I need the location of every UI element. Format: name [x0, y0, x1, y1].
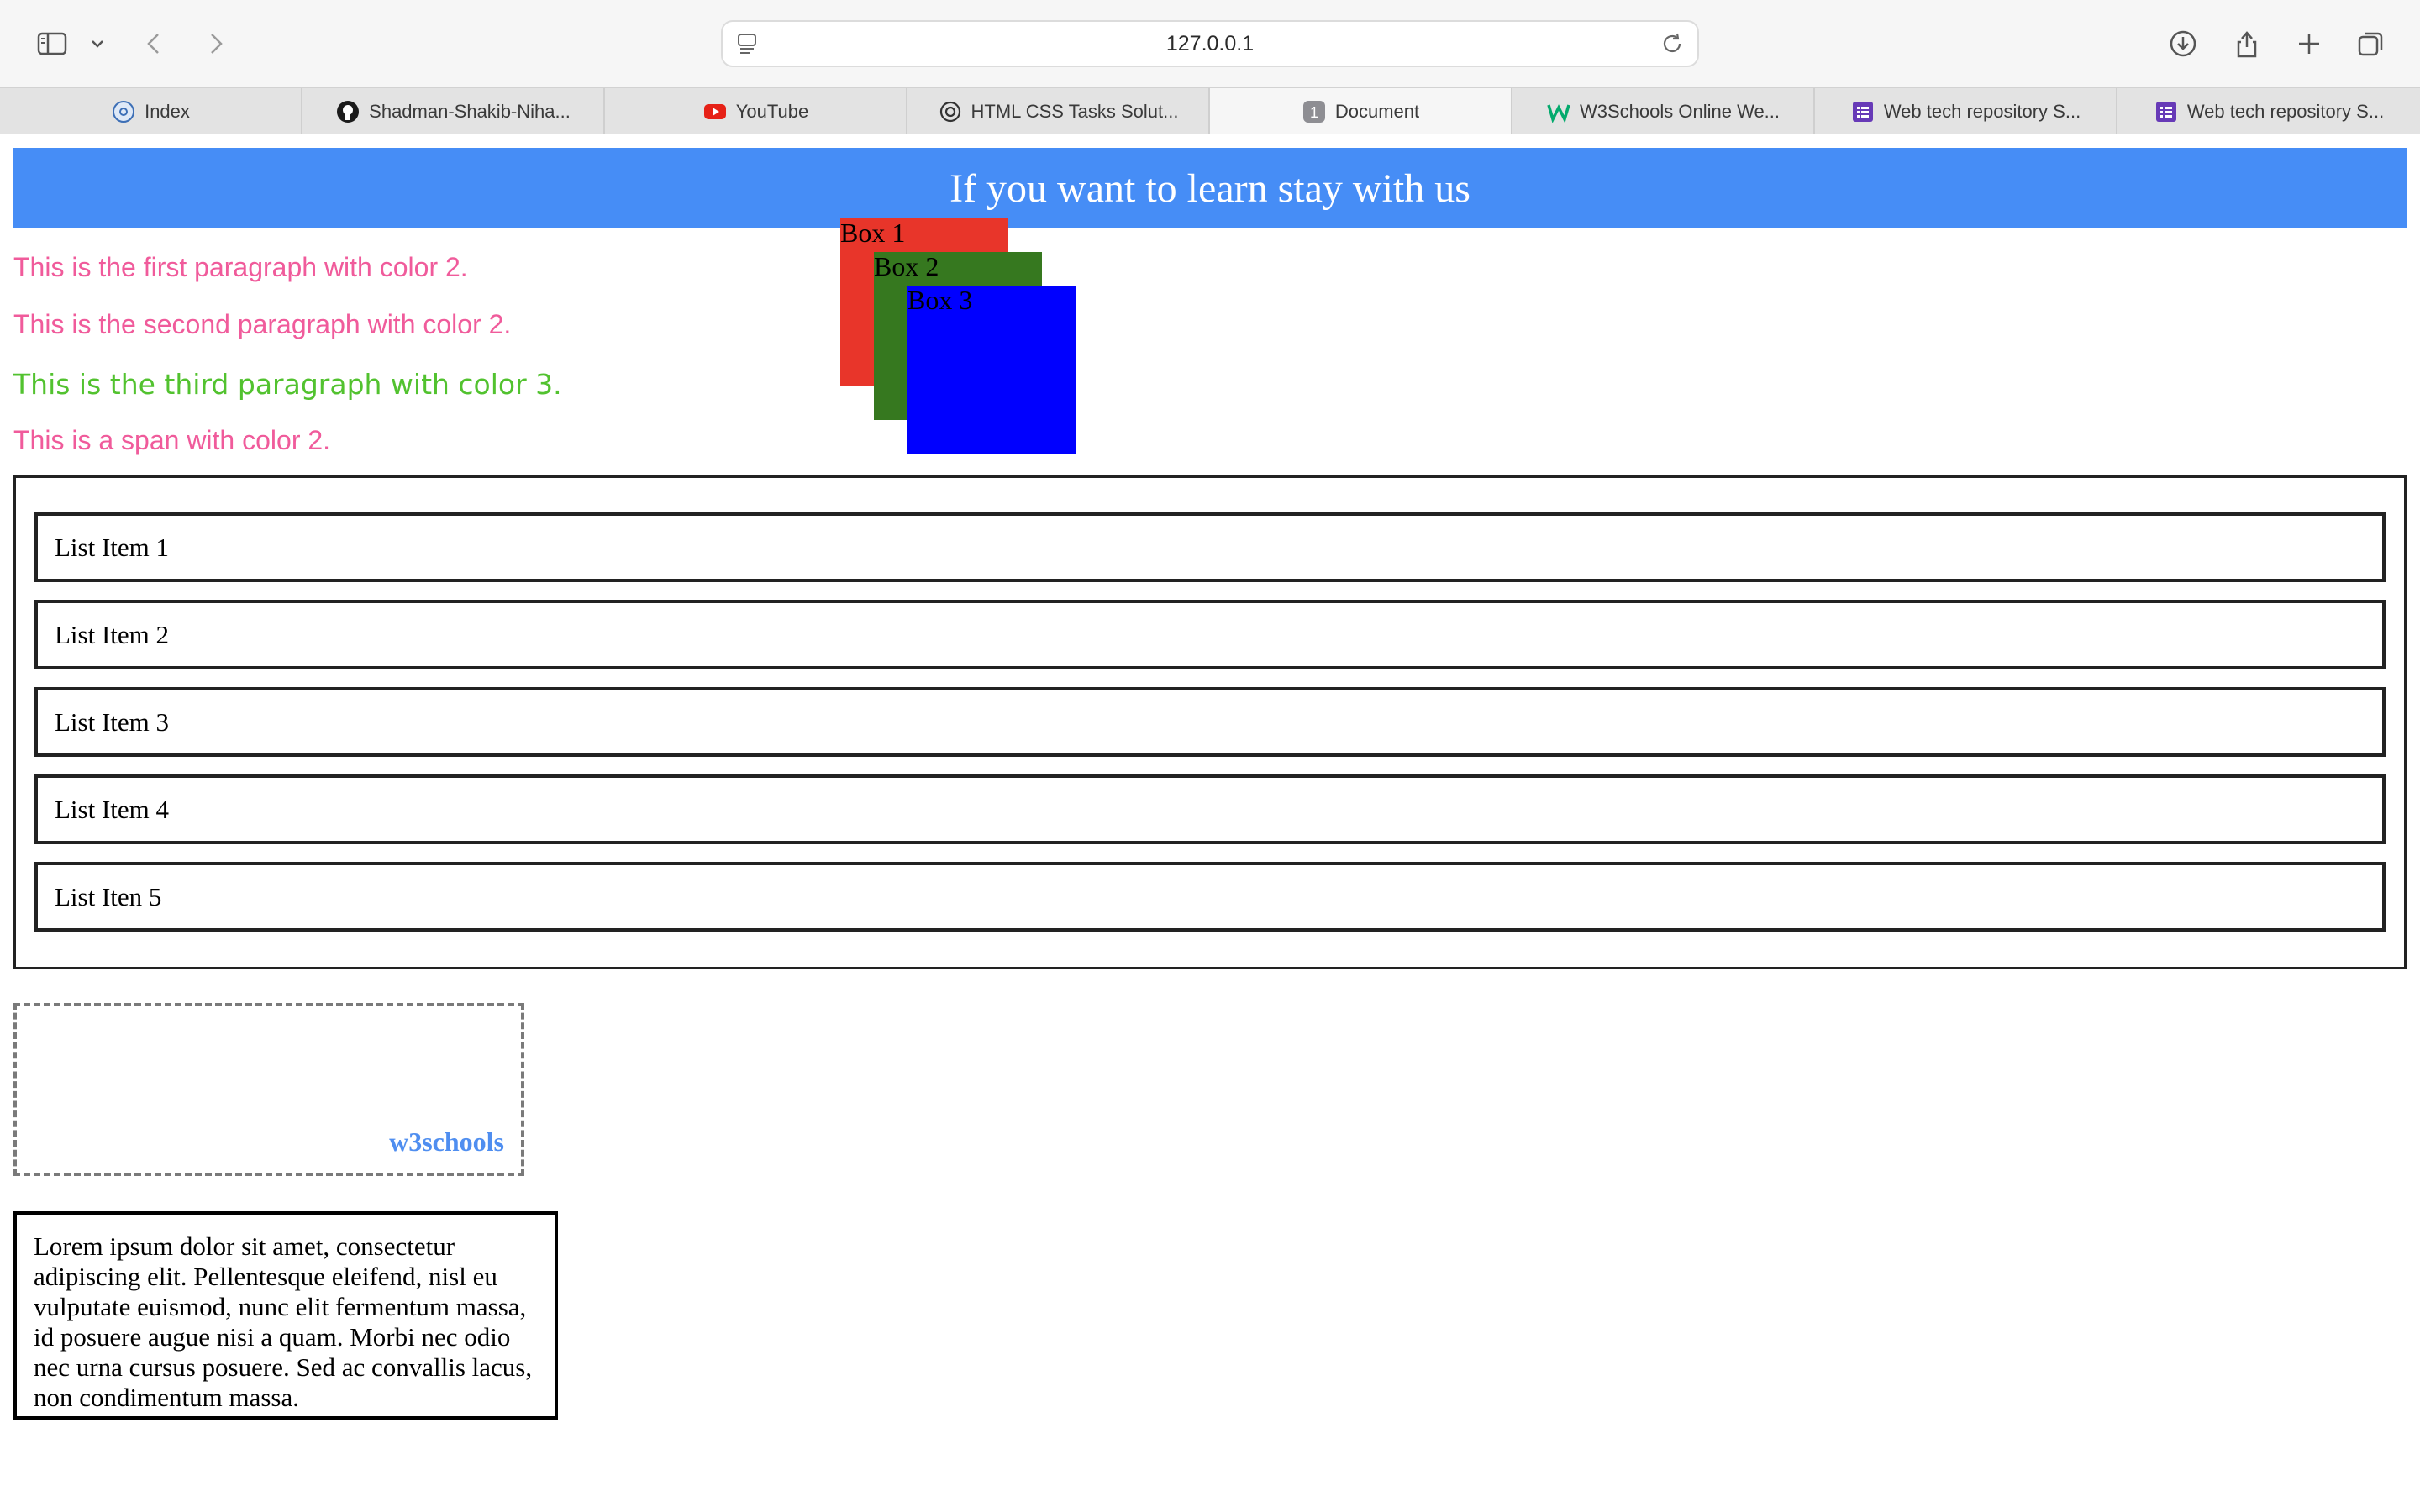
tab-label: Document — [1334, 101, 1420, 122]
tab-web-tech-2[interactable]: Web tech repository S... — [2118, 88, 2420, 134]
paragraph-1: This is the first paragraph with color 2… — [13, 252, 468, 282]
tab-document[interactable]: 1 Document — [1210, 88, 1512, 135]
globe-icon — [111, 99, 136, 124]
list-item: List Item 1 — [34, 512, 2386, 582]
tab-label: Index — [145, 100, 190, 122]
tab-label: Shadman-Shakib-Niha... — [369, 100, 571, 122]
w3schools-icon — [1546, 99, 1571, 124]
tab-html-css-tasks[interactable]: HTML CSS Tasks Solut... — [908, 88, 1210, 134]
forms-icon — [2154, 99, 2179, 124]
forward-icon[interactable] — [197, 25, 234, 62]
list-item: List Item 4 — [34, 774, 2386, 844]
list-item: List Item 2 — [34, 600, 2386, 669]
box-3-label: Box 3 — [908, 285, 973, 315]
back-icon[interactable] — [136, 25, 173, 62]
openai-icon — [938, 99, 963, 124]
tab-label: Web tech repository S... — [1883, 100, 2081, 122]
span-text: This is a span with color 2. — [13, 425, 331, 455]
tab-label: YouTube — [735, 100, 809, 122]
tab-youtube[interactable]: YouTube — [605, 88, 908, 134]
tab-w3schools[interactable]: W3Schools Online We... — [1512, 88, 1815, 134]
sidebar-toggle-icon[interactable] — [34, 25, 71, 62]
list-item: List Iten 5 — [34, 862, 2386, 932]
svg-text:1: 1 — [1310, 104, 1318, 121]
number-one-icon: 1 — [1302, 99, 1327, 124]
w3schools-text: w3schools — [389, 1126, 504, 1157]
page-banner: If you want to learn stay with us — [13, 148, 2407, 228]
tab-label: W3Schools Online We... — [1579, 100, 1781, 122]
github-icon — [335, 99, 360, 124]
youtube-icon — [702, 99, 728, 124]
paragraph-3: This is the third paragraph with color 3… — [13, 368, 562, 401]
forms-icon — [1850, 99, 1876, 124]
page-viewport: If you want to learn stay with us This i… — [0, 134, 2420, 1512]
chevron-down-icon[interactable] — [81, 25, 114, 62]
address-bar[interactable]: 127.0.0.1 — [721, 20, 1699, 67]
list-container: List Item 1 List Item 2 List Item 3 List… — [13, 475, 2407, 969]
new-tab-icon[interactable] — [2291, 25, 2328, 62]
download-icon[interactable] — [2165, 25, 2202, 62]
box-3: Box 3 — [908, 286, 1076, 454]
url-text: 127.0.0.1 — [1165, 32, 1255, 55]
tab-github[interactable]: Shadman-Shakib-Niha... — [302, 88, 605, 134]
list-item: List Item 3 — [34, 687, 2386, 757]
tab-label: HTML CSS Tasks Solut... — [971, 100, 1179, 122]
paragraph-2: This is the second paragraph with color … — [13, 309, 512, 339]
tab-overview-icon[interactable] — [2353, 25, 2390, 62]
share-icon[interactable] — [2228, 25, 2265, 62]
lorem-box: Lorem ipsum dolor sit amet, consectetur … — [13, 1211, 558, 1420]
box-2-label: Box 2 — [874, 251, 939, 281]
tab-index[interactable]: Index — [0, 88, 302, 134]
browser-toolbar: 127.0.0.1 — [0, 0, 2420, 87]
dashed-box: w3schools — [13, 1003, 524, 1176]
tab-label: Web tech repository S... — [2186, 100, 2385, 122]
tab-web-tech-1[interactable]: Web tech repository S... — [1815, 88, 2118, 134]
tab-bar: Index Shadman-Shakib-Niha... YouTube HTM… — [0, 87, 2420, 135]
reload-icon[interactable] — [1659, 30, 1686, 57]
box-1-label: Box 1 — [840, 218, 906, 248]
